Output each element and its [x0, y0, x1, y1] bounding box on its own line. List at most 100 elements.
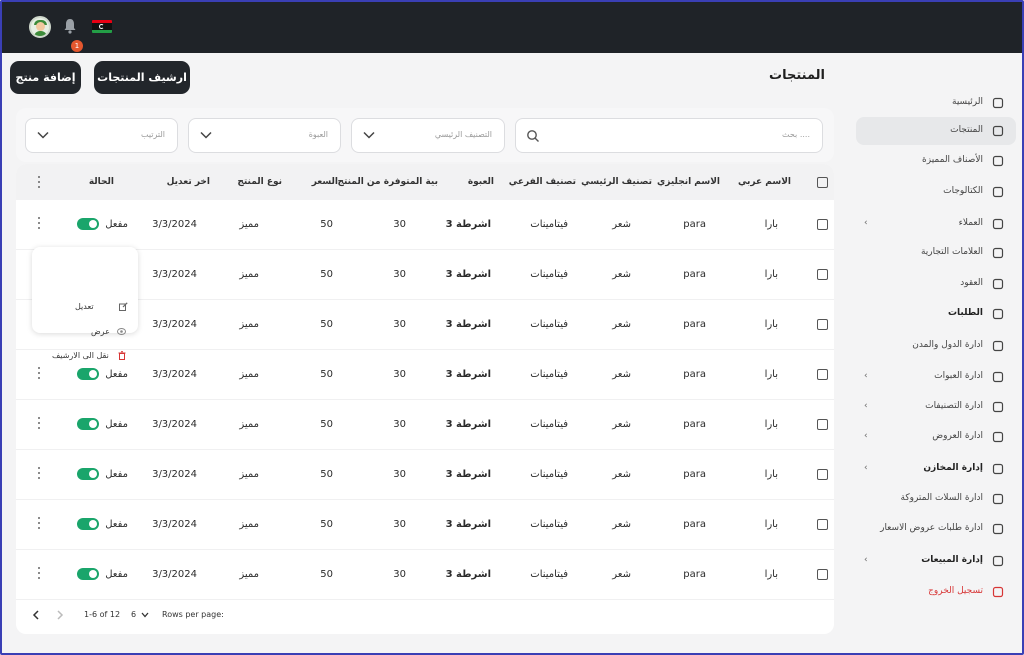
- cell-product-type: مميز: [239, 519, 259, 530]
- col-price[interactable]: السعر: [312, 177, 338, 187]
- col-sub-category[interactable]: تصنيف الفرعي: [509, 177, 576, 187]
- status-toggle[interactable]: [77, 418, 99, 430]
- row-checkbox[interactable]: [817, 569, 828, 580]
- menu-edit[interactable]: تعديل: [75, 302, 128, 311]
- status-toggle[interactable]: [77, 468, 99, 480]
- col-package[interactable]: العبوة: [468, 177, 494, 187]
- row-menu-icon[interactable]: [38, 367, 41, 381]
- row-menu-icon[interactable]: [38, 517, 41, 531]
- col-english-name[interactable]: الاسم انجليزي: [657, 177, 720, 187]
- sidebar-item-5[interactable]: العملاء ‹: [856, 210, 1016, 238]
- col-arabic-name[interactable]: الاسم عربي: [738, 177, 791, 187]
- quote-icon: [992, 523, 1004, 535]
- status-label: مفعل: [105, 369, 128, 380]
- cell-english-name: para: [683, 219, 706, 230]
- select-all-checkbox[interactable]: [817, 177, 828, 188]
- sidebar-item-8[interactable]: الطلبات: [856, 300, 1016, 328]
- sidebar-item-6[interactable]: العلامات التجارية: [856, 239, 1016, 267]
- row-checkbox[interactable]: [817, 369, 828, 380]
- search-icon: [527, 130, 539, 142]
- row-menu-icon[interactable]: [38, 467, 41, 481]
- language-flag-icon[interactable]: [92, 20, 112, 33]
- sidebar-item-1[interactable]: الرئيسية: [856, 89, 1016, 117]
- cell-sub-category: فيتامينات: [530, 519, 568, 530]
- chevron-down-icon[interactable]: [141, 612, 149, 618]
- bell-icon[interactable]: [63, 18, 77, 34]
- cell-package: 3 اشرطة: [445, 569, 491, 580]
- row-menu-icon[interactable]: [38, 417, 41, 431]
- sidebar-item-9[interactable]: ادارة الدول والمدن: [856, 332, 1016, 360]
- cell-quantity: 30: [393, 269, 406, 280]
- row-checkbox[interactable]: [817, 469, 828, 480]
- archive-products-button[interactable]: ارشيف المنتجات: [94, 61, 190, 94]
- row-actions-menu: [32, 247, 138, 333]
- avatar[interactable]: [29, 16, 51, 38]
- status-toggle[interactable]: [77, 218, 99, 230]
- chevron-right-icon[interactable]: [56, 610, 64, 620]
- row-checkbox[interactable]: [817, 219, 828, 230]
- pagination-range: 1-6 of 12: [84, 610, 121, 619]
- rows-per-page-select[interactable]: 6: [131, 610, 136, 619]
- cell-quantity: 30: [393, 369, 406, 380]
- pagination: 1-6 of 12 6 Rows per page:: [16, 604, 834, 628]
- table-row[interactable]: بارا para شعر فيتامينات 3 اشرطة 30 50 مميز 3/3/2…: [16, 550, 834, 600]
- sidebar-item-14[interactable]: ادارة السلات المتروكة: [856, 485, 1016, 513]
- sidebar-item-3[interactable]: الأصناف المميزة: [856, 147, 1016, 175]
- cell-arabic-name: بارا: [764, 419, 778, 430]
- table-row[interactable]: بارا para شعر فيتامينات 3 اشرطة 30 50 مميز 3/3/2…: [16, 450, 834, 500]
- row-checkbox[interactable]: [817, 419, 828, 430]
- col-last-modified[interactable]: اخر تعديل: [167, 177, 210, 187]
- col-main-category[interactable]: تصنيف الرئيسي: [581, 177, 652, 187]
- table-row[interactable]: بارا para شعر فيتامينات 3 اشرطة 30 50 مميز 3/3/2…: [16, 500, 834, 550]
- menu-view[interactable]: عرض: [91, 327, 126, 336]
- sidebar-item-16[interactable]: إدارة المبيعات ‹: [856, 547, 1016, 575]
- col-status[interactable]: الحالة: [89, 177, 114, 187]
- chevron-down-icon: [363, 131, 375, 139]
- sidebar-item-11[interactable]: ادارة التصنيفات ‹: [856, 393, 1016, 421]
- col-product-type[interactable]: نوع المنتج: [237, 177, 282, 187]
- sidebar-item-13[interactable]: إدارة المخازن ‹: [856, 455, 1016, 483]
- page-title: المنتجات: [769, 68, 825, 83]
- status-label: مفعل: [105, 219, 128, 230]
- cell-main-category: شعر: [612, 319, 631, 330]
- sidebar-item-2[interactable]: المنتجات: [856, 117, 1016, 145]
- status-toggle[interactable]: [77, 368, 99, 380]
- header-menu-icon[interactable]: [38, 176, 41, 190]
- package-select[interactable]: العبوة: [188, 118, 341, 153]
- status-toggle[interactable]: [77, 518, 99, 530]
- table-row[interactable]: بارا para شعر فيتامينات 3 اشرطة 30 50 مميز 3/3/2…: [16, 250, 834, 300]
- chevron-left-icon[interactable]: [32, 610, 40, 620]
- table-row[interactable]: بارا para شعر فيتامينات 3 اشرطة 30 50 مميز 3/3/2…: [16, 350, 834, 400]
- sidebar-item-label: المنتجات: [950, 125, 983, 135]
- sidebar-item-label: إدارة المخازن: [923, 463, 983, 473]
- search-input[interactable]: بحث ....: [515, 118, 823, 153]
- status-label: مفعل: [105, 419, 128, 430]
- table-row[interactable]: بارا para شعر فيتامينات 3 اشرطة 30 50 مميز 3/3/2…: [16, 200, 834, 250]
- col-quantity[interactable]: بية المتوفرة من المنتج: [337, 177, 438, 187]
- cell-arabic-name: بارا: [764, 219, 778, 230]
- cell-product-type: مميز: [239, 469, 259, 480]
- sort-select[interactable]: الترتيب: [25, 118, 178, 153]
- menu-archive[interactable]: نقل الى الارشيف: [52, 351, 126, 360]
- sidebar-item-4[interactable]: الكتالوجات: [856, 178, 1016, 206]
- add-product-button[interactable]: إضافة منتج: [10, 61, 81, 94]
- cell-arabic-name: بارا: [764, 369, 778, 380]
- sidebar-item-7[interactable]: العقود: [856, 270, 1016, 298]
- row-checkbox[interactable]: [817, 269, 828, 280]
- cell-package: 3 اشرطة: [445, 219, 491, 230]
- row-menu-icon[interactable]: [38, 217, 41, 231]
- status-toggle[interactable]: [77, 568, 99, 580]
- sidebar-item-10[interactable]: ادارة العبوات ‹: [856, 363, 1016, 391]
- table-row[interactable]: بارا para شعر فيتامينات 3 اشرطة 30 50 مميز 3/3/2…: [16, 300, 834, 350]
- sidebar-item-15[interactable]: ادارة طلبات عروض الاسعار: [856, 515, 1016, 543]
- row-menu-icon[interactable]: [38, 567, 41, 581]
- customers-icon: [992, 218, 1004, 230]
- table-row[interactable]: بارا para شعر فيتامينات 3 اشرطة 30 50 مميز 3/3/2…: [16, 400, 834, 450]
- main-category-select[interactable]: التصنيف الرئيسي: [351, 118, 505, 153]
- cell-quantity: 30: [393, 419, 406, 430]
- sidebar-item-12[interactable]: ادارة العروض ‹: [856, 423, 1016, 451]
- sidebar-item-17[interactable]: تسجيل الخروج: [856, 578, 1016, 606]
- cell-english-name: para: [683, 369, 706, 380]
- row-checkbox[interactable]: [817, 519, 828, 530]
- row-checkbox[interactable]: [817, 319, 828, 330]
